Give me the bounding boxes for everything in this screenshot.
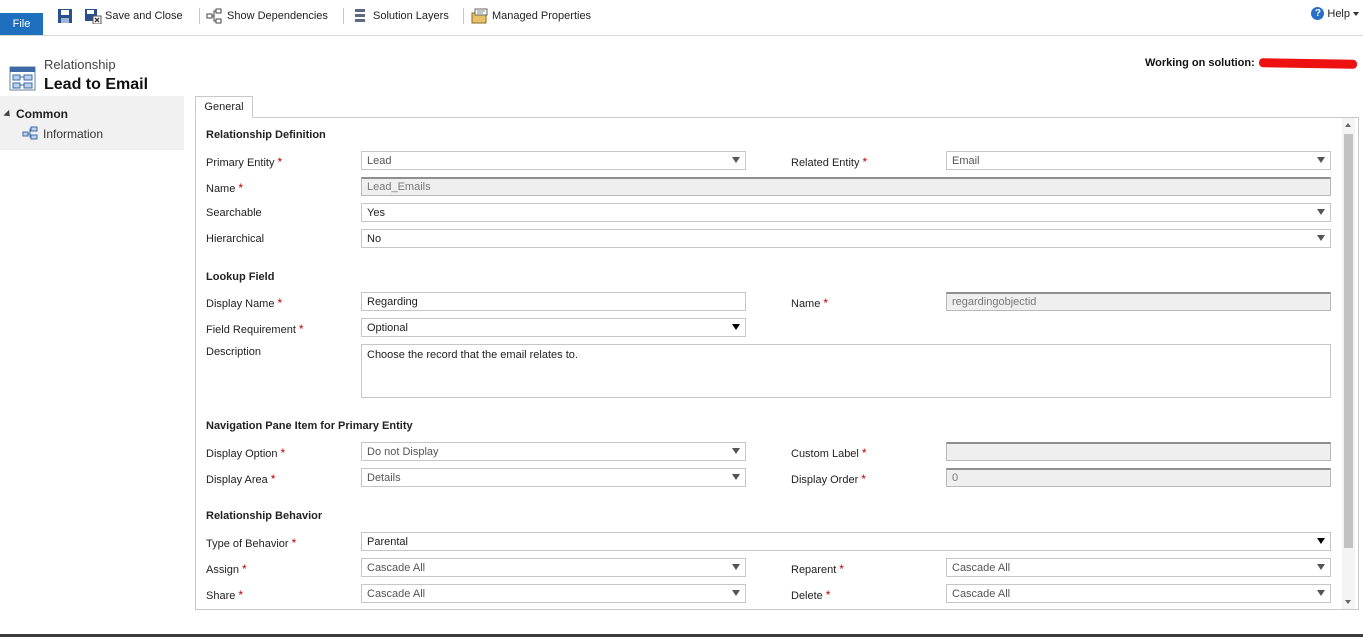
nav-group-common[interactable]: Common [3,107,68,121]
section-heading: Navigation Pane Item for Primary Entity [206,420,413,432]
display-order-field[interactable]: 0 [946,468,1331,487]
field-requirement-label: Field Requirement * [206,322,304,336]
related-entity-label: Related Entity * [791,155,868,169]
chevron-down-icon [732,448,740,454]
chevron-down-icon [732,324,740,330]
display-option-select[interactable]: Do not Display [361,442,746,461]
dependencies-icon [206,8,222,24]
searchable-select[interactable]: Yes [361,203,1331,222]
page-title: Lead to Email [44,76,149,93]
chevron-down-icon [1317,209,1325,215]
managed-properties-button[interactable]: Managed Properties [471,7,591,25]
primary-entity-select[interactable]: Lead [361,151,746,170]
section-heading: Relationship Definition [206,129,326,141]
chevron-down-icon [1317,235,1325,241]
custom-label-label: Custom Label * [791,446,867,460]
description-textarea[interactable]: Choose the record that the email relates… [361,344,1331,398]
lookup-name-field[interactable]: regardingobjectid [946,292,1331,311]
custom-label-field[interactable] [946,442,1331,461]
display-area-label: Display Area * [206,472,276,486]
searchable-label: Searchable [206,207,262,219]
redacted-solution-name [1258,57,1357,69]
hierarchical-select[interactable]: No [361,229,1331,248]
left-navigation: Common Information [0,96,184,150]
nav-item-label: Information [43,127,104,141]
scroll-thumb[interactable] [1344,134,1353,548]
managed-properties-label: Managed Properties [492,10,592,22]
type-of-behavior-label: Type of Behavior * [206,536,297,550]
chevron-down-icon [1317,157,1325,163]
chevron-down-icon [1317,564,1325,570]
expand-caret-icon [3,109,13,119]
primary-entity-label: Primary Entity * [206,155,283,169]
display-name-label: Display Name * [206,296,283,310]
delete-label: Delete * [791,588,831,602]
reparent-select[interactable]: Cascade All [946,558,1331,577]
reparent-label: Reparent * [791,562,844,576]
command-ribbon: File Save and Close Show Dependencies So… [0,0,1363,36]
field-requirement-select[interactable]: Optional [361,318,746,337]
help-menu[interactable]: ? Help [1311,7,1359,20]
chevron-down-icon [1353,11,1359,16]
show-dependencies-button[interactable]: Show Dependencies [206,7,328,25]
description-label: Description [206,346,262,358]
solution-layers-button[interactable]: Solution Layers [352,7,449,25]
help-label: Help [1327,7,1350,20]
relationship-entity-icon [9,66,37,92]
record-type-label: Relationship [44,57,116,72]
share-label: Share * [206,588,244,602]
chevron-down-icon [1317,538,1325,544]
file-button[interactable]: File [0,13,43,35]
scroll-up-icon[interactable] [1345,123,1351,127]
save-button[interactable] [57,7,73,25]
save-close-icon [84,8,102,25]
tab-general[interactable]: General [195,96,253,118]
scroll-down-icon[interactable] [1345,600,1351,604]
save-icon [57,8,73,24]
chevron-down-icon [732,157,740,163]
type-of-behavior-select[interactable]: Parental [361,532,1331,551]
display-name-input[interactable]: Regarding [361,292,746,311]
chevron-down-icon [732,590,740,596]
lookup-name-label: Name * [791,296,829,310]
working-on-solution: Working on solution: [1145,57,1357,69]
form-panel: Relationship Definition Primary Entity * … [195,117,1359,610]
ribbon-divider [199,8,200,24]
related-entity-select[interactable]: Email [946,151,1331,170]
nav-item-information[interactable]: Information [22,126,103,142]
information-icon [22,126,38,142]
display-order-label: Display Order * [791,472,866,486]
delete-select[interactable]: Cascade All [946,584,1331,603]
display-option-label: Display Option * [206,446,286,460]
save-and-close-label: Save and Close [105,10,183,22]
show-dependencies-label: Show Dependencies [227,10,328,22]
name-label: Name * [206,181,244,195]
relationship-name-field[interactable]: Lead_Emails [361,177,1331,196]
share-select[interactable]: Cascade All [361,584,746,603]
hierarchical-label: Hierarchical [206,233,265,245]
nav-group-label: Common [16,107,68,121]
managed-properties-icon [471,8,488,24]
section-heading: Relationship Behavior [206,510,323,522]
assign-label: Assign * [206,562,247,576]
working-on-solution-label: Working on solution: [1145,57,1255,69]
chevron-down-icon [1317,590,1325,596]
chevron-down-icon [732,474,740,480]
ribbon-divider [463,8,464,24]
chevron-down-icon [732,564,740,570]
layers-icon [352,8,368,24]
vertical-scrollbar[interactable] [1342,118,1355,609]
help-icon: ? [1311,7,1325,20]
assign-select[interactable]: Cascade All [361,558,746,577]
section-heading: Lookup Field [206,271,275,283]
ribbon-divider [343,8,344,24]
save-and-close-button[interactable]: Save and Close [84,7,183,25]
solution-layers-label: Solution Layers [373,10,449,22]
display-area-select[interactable]: Details [361,468,746,487]
